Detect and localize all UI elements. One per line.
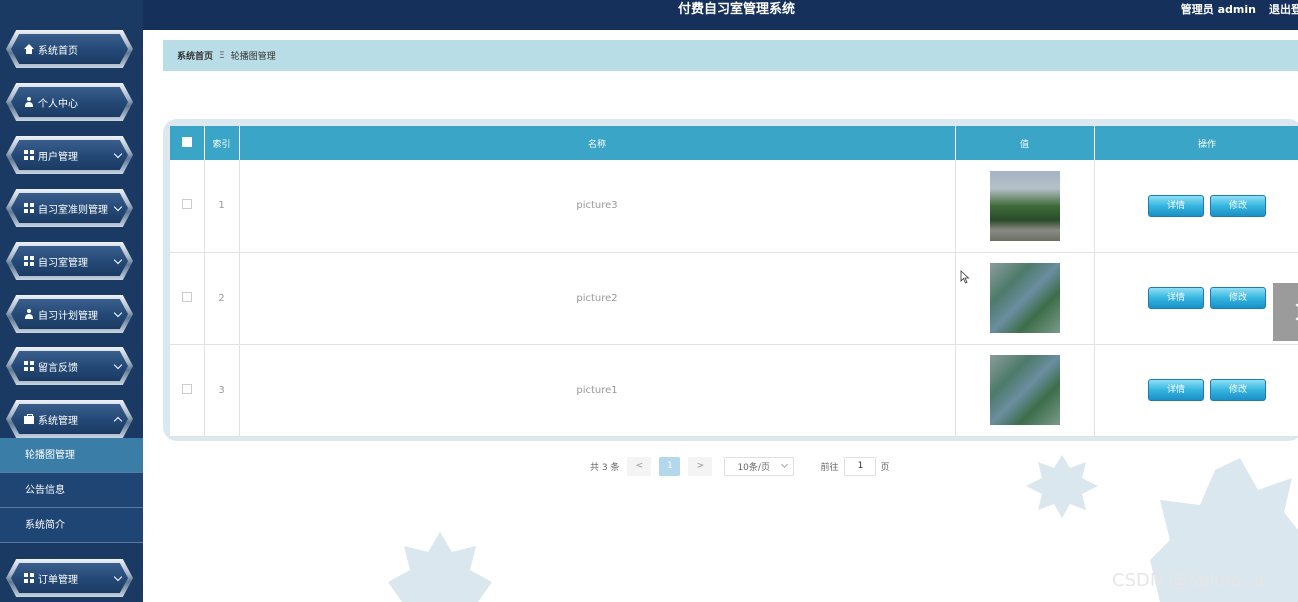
campus-gate-photo[interactable] [989, 170, 1060, 241]
sidebar-item-system-management[interactable]: 系统管理 [6, 400, 133, 438]
grid-icon [24, 256, 34, 266]
edit-button[interactable]: 修改 [1210, 287, 1266, 309]
sidebar-item-personal-center[interactable]: 个人中心 [6, 83, 133, 121]
sidebar-item-order-management[interactable]: 订单管理 [6, 559, 133, 597]
breadcrumb: 系统首页 Ξ 轮播图管理 [163, 40, 1298, 71]
sidebar-subitem-carousel[interactable]: 轮播图管理 [0, 438, 143, 473]
gear-decoration [388, 532, 492, 602]
row-name: picture1 [239, 344, 956, 437]
aerial-building-photo[interactable] [989, 263, 1060, 333]
sidebar-item-room-management[interactable]: 自习室管理 [6, 242, 133, 280]
sidebar-item-feedback[interactable]: 留言反馈 [6, 347, 133, 385]
goto-label: 前往 [820, 462, 839, 473]
table-row: 1 picture3 详情 修改 [170, 160, 1298, 253]
edit-button[interactable]: 修改 [1210, 194, 1266, 217]
sidebar-item-user-management[interactable]: 用户管理 [6, 136, 133, 174]
sidebar-item-label: 留言反馈 [38, 362, 78, 374]
top-header: 付费自习室管理系统 管理员 admin 退出登 [143, 0, 1298, 30]
detail-button[interactable]: 详情 [1148, 379, 1204, 401]
next-page-button[interactable]: > [688, 456, 713, 476]
gear-decoration [1026, 455, 1098, 518]
row-checkbox[interactable] [181, 383, 192, 394]
column-header-value: 值 [955, 126, 1095, 160]
grid-icon [24, 150, 34, 160]
row-name: picture2 [239, 252, 956, 345]
detail-button[interactable]: 详情 [1148, 287, 1204, 309]
admin-label: 管理员 admin [1180, 3, 1256, 16]
row-name: picture3 [239, 160, 956, 253]
grid-icon [24, 573, 34, 583]
goto-page-input[interactable]: 1 [844, 456, 877, 476]
column-header-actions: 操作 [1094, 126, 1298, 160]
grid-icon [24, 203, 34, 213]
page-size-value: 10条/页 [737, 462, 770, 473]
page-size-select[interactable]: 10条/页 [724, 456, 795, 476]
sidebar-item-rules-management[interactable]: 自习室准则管理 [6, 189, 133, 227]
sidebar-item-label: 自习室管理 [38, 257, 88, 269]
sidebar-item-label: 系统首页 [38, 45, 78, 57]
edit-button[interactable]: 修改 [1210, 379, 1266, 401]
user-icon [24, 309, 34, 319]
briefcase-icon [24, 414, 34, 424]
row-index: 1 [204, 160, 240, 253]
sidebar-item-label: 自习室准则管理 [38, 204, 108, 216]
sidebar-subitem-notice[interactable]: 公告信息 [0, 473, 143, 508]
breadcrumb-current: 轮播图管理 [230, 52, 276, 62]
carousel-table: 索引 名称 值 操作 1 picture3 详情 修改 2 picture2 详情… [170, 126, 1298, 437]
select-all-checkbox[interactable] [181, 136, 192, 147]
sidebar-subitem-intro[interactable]: 系统简介 [0, 508, 143, 543]
column-header-index: 索引 [204, 126, 240, 160]
mouse-cursor-icon [960, 270, 970, 284]
column-header-name: 名称 [239, 126, 956, 160]
chevron-down-icon [781, 460, 789, 469]
pagination: 共 3 条 < 1 > 10条/页 前往 1 页 [590, 456, 889, 476]
detail-button[interactable]: 详情 [1148, 194, 1204, 217]
sidebar-item-home[interactable]: 系统首页 [6, 30, 133, 68]
pagination-total: 共 3 条 [590, 462, 620, 473]
row-checkbox[interactable] [181, 291, 192, 302]
system-title: 付费自习室管理系统 [678, 2, 796, 17]
table-row: 3 picture1 详情 修改 [170, 344, 1298, 437]
row-index: 3 [204, 344, 240, 437]
sidebar-item-label: 个人中心 [38, 98, 78, 110]
next-arrow-icon[interactable] [1273, 283, 1298, 341]
logout-link[interactable]: 退出登 [1269, 0, 1298, 20]
aerial-building-photo[interactable] [989, 355, 1060, 425]
table-container: 索引 名称 值 操作 1 picture3 详情 修改 2 picture2 详情… [163, 119, 1298, 441]
prev-page-button[interactable]: < [627, 456, 652, 476]
row-checkbox[interactable] [181, 199, 192, 210]
sidebar-item-label: 自习计划管理 [38, 310, 98, 322]
row-index: 2 [204, 252, 240, 345]
sidebar-item-label: 系统管理 [38, 415, 78, 427]
breadcrumb-separator: Ξ [219, 50, 225, 61]
sidebar-item-label: 用户管理 [38, 151, 78, 163]
grid-icon [24, 361, 34, 371]
user-icon [24, 97, 34, 107]
watermark: CSDN @Selina .a [1112, 570, 1265, 591]
table-row: 2 picture2 详情 修改 [170, 252, 1298, 345]
page-number-button[interactable]: 1 [659, 456, 681, 476]
select-all-cell [170, 126, 205, 160]
table-header-row: 索引 名称 值 操作 [170, 126, 1298, 160]
sidebar: 系统首页 个人中心 用户管理 自习室准则管理 自习室管理 自习计划管理 留言反馈… [0, 0, 143, 602]
home-icon [24, 44, 34, 54]
goto-suffix: 页 [880, 462, 890, 473]
sidebar-item-label: 订单管理 [38, 574, 78, 586]
sidebar-item-plan-management[interactable]: 自习计划管理 [6, 295, 133, 333]
breadcrumb-home[interactable]: 系统首页 [177, 49, 213, 62]
